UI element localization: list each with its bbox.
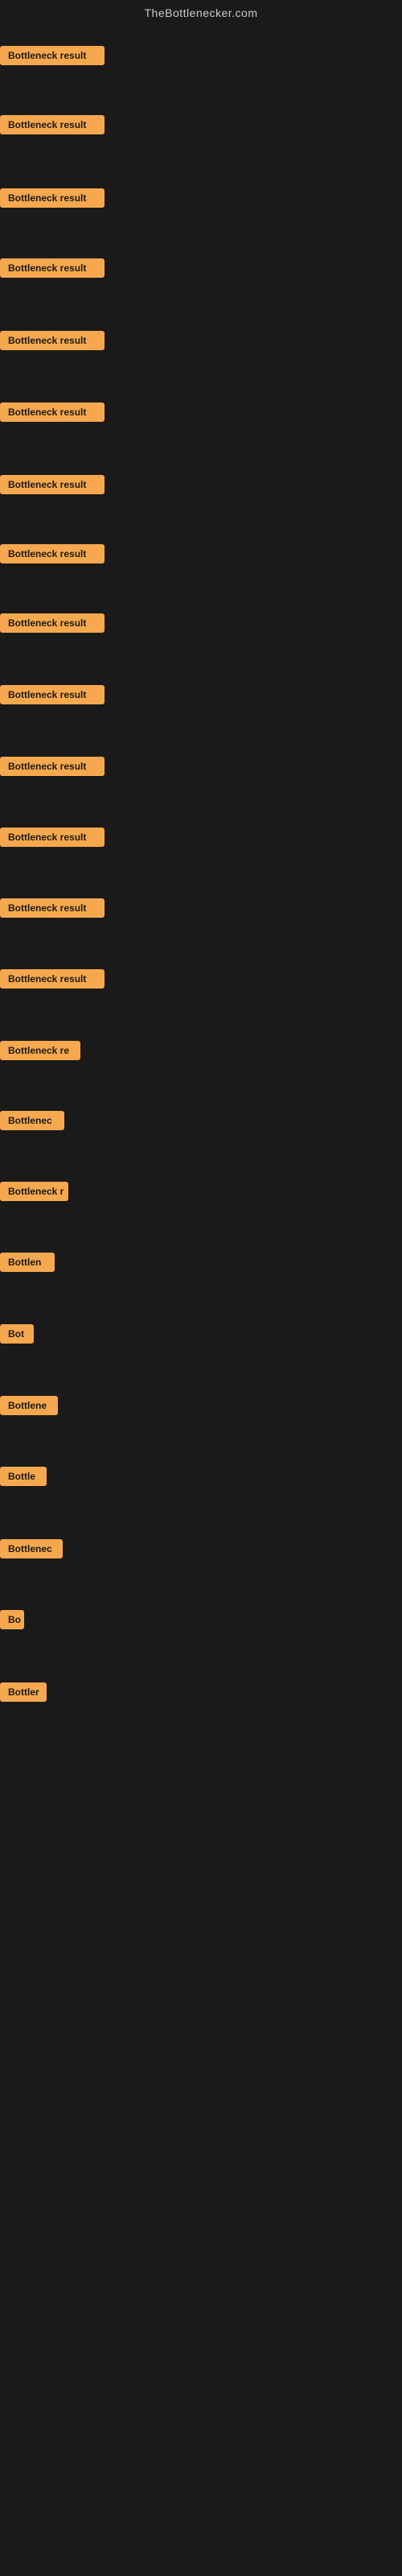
result-row-3: Bottleneck result bbox=[0, 188, 105, 212]
bottleneck-result-badge-12[interactable]: Bottleneck result bbox=[0, 828, 105, 847]
result-row-5: Bottleneck result bbox=[0, 331, 105, 354]
bottleneck-result-badge-19[interactable]: Bot bbox=[0, 1324, 34, 1344]
result-row-17: Bottleneck r bbox=[0, 1182, 68, 1205]
result-row-12: Bottleneck result bbox=[0, 828, 105, 851]
bottleneck-result-badge-16[interactable]: Bottlenec bbox=[0, 1111, 64, 1130]
bottleneck-result-badge-5[interactable]: Bottleneck result bbox=[0, 331, 105, 350]
bottleneck-result-badge-2[interactable]: Bottleneck result bbox=[0, 115, 105, 134]
result-row-1: Bottleneck result bbox=[0, 46, 105, 69]
result-row-19: Bot bbox=[0, 1324, 34, 1348]
bottleneck-result-badge-23[interactable]: Bo bbox=[0, 1610, 24, 1629]
result-row-24: Bottler bbox=[0, 1682, 47, 1706]
result-row-22: Bottlenec bbox=[0, 1539, 63, 1563]
result-row-9: Bottleneck result bbox=[0, 613, 105, 637]
result-row-4: Bottleneck result bbox=[0, 258, 105, 282]
result-row-18: Bottlen bbox=[0, 1253, 55, 1276]
bottleneck-result-badge-14[interactable]: Bottleneck result bbox=[0, 969, 105, 989]
bottleneck-result-badge-17[interactable]: Bottleneck r bbox=[0, 1182, 68, 1201]
bottleneck-result-badge-15[interactable]: Bottleneck re bbox=[0, 1041, 80, 1060]
result-row-23: Bo bbox=[0, 1610, 24, 1633]
site-header: TheBottlenecker.com bbox=[0, 0, 402, 24]
bottleneck-result-badge-3[interactable]: Bottleneck result bbox=[0, 188, 105, 208]
result-row-8: Bottleneck result bbox=[0, 544, 105, 568]
result-row-14: Bottleneck result bbox=[0, 969, 105, 993]
bottleneck-result-badge-10[interactable]: Bottleneck result bbox=[0, 685, 105, 704]
result-row-13: Bottleneck result bbox=[0, 898, 105, 922]
bottleneck-result-badge-13[interactable]: Bottleneck result bbox=[0, 898, 105, 918]
site-title: TheBottlenecker.com bbox=[144, 6, 257, 19]
result-row-15: Bottleneck re bbox=[0, 1041, 80, 1064]
bottleneck-result-badge-21[interactable]: Bottle bbox=[0, 1467, 47, 1486]
bottleneck-result-badge-8[interactable]: Bottleneck result bbox=[0, 544, 105, 564]
bottleneck-result-badge-18[interactable]: Bottlen bbox=[0, 1253, 55, 1272]
result-row-11: Bottleneck result bbox=[0, 757, 105, 780]
bottleneck-result-badge-22[interactable]: Bottlenec bbox=[0, 1539, 63, 1558]
result-row-20: Bottlene bbox=[0, 1396, 58, 1419]
bottleneck-result-badge-1[interactable]: Bottleneck result bbox=[0, 46, 105, 65]
result-row-21: Bottle bbox=[0, 1467, 47, 1490]
bottleneck-result-badge-6[interactable]: Bottleneck result bbox=[0, 402, 105, 422]
bottleneck-result-badge-4[interactable]: Bottleneck result bbox=[0, 258, 105, 278]
result-row-10: Bottleneck result bbox=[0, 685, 105, 708]
bottleneck-result-badge-7[interactable]: Bottleneck result bbox=[0, 475, 105, 494]
bottleneck-result-badge-20[interactable]: Bottlene bbox=[0, 1396, 58, 1415]
bottleneck-result-badge-24[interactable]: Bottler bbox=[0, 1682, 47, 1702]
result-row-7: Bottleneck result bbox=[0, 475, 105, 498]
bottleneck-result-badge-9[interactable]: Bottleneck result bbox=[0, 613, 105, 633]
result-row-6: Bottleneck result bbox=[0, 402, 105, 426]
bottleneck-result-badge-11[interactable]: Bottleneck result bbox=[0, 757, 105, 776]
result-row-16: Bottlenec bbox=[0, 1111, 64, 1134]
result-row-2: Bottleneck result bbox=[0, 115, 105, 138]
